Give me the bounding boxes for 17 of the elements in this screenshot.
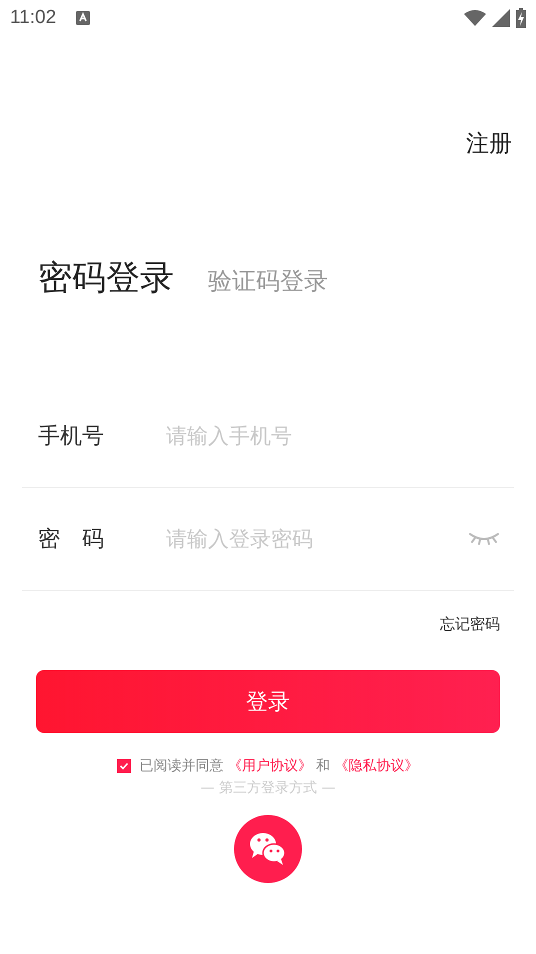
keyboard-notification-icon [76, 11, 90, 25]
login-tab[interactable]: 密码登录 [38, 255, 174, 301]
agreement-text: 已阅读并同意 《用户协议》 和 《隐私协议》 [139, 757, 419, 775]
forgot-password-link[interactable]: 忘记密码 [440, 615, 500, 634]
field-label: 手机号 [38, 423, 105, 451]
wifi-icon [464, 10, 486, 26]
agreement-checkbox[interactable] [117, 759, 132, 773]
status-time: 11:02 [10, 7, 56, 29]
battery-charging-icon [516, 8, 526, 28]
privacy-policy-link[interactable]: 《隐私协议》 [334, 758, 419, 774]
field-label: 密 码 [38, 526, 105, 554]
user-agreement-link[interactable]: 《用户协议》 [228, 758, 312, 774]
login-button[interactable]: 登录 [36, 670, 500, 733]
signal-icon [492, 9, 510, 27]
register-link[interactable]: 注册 [466, 128, 512, 159]
wechat-login-icon[interactable] [234, 815, 302, 883]
login-tab[interactable]: 验证码登录 [208, 265, 328, 297]
